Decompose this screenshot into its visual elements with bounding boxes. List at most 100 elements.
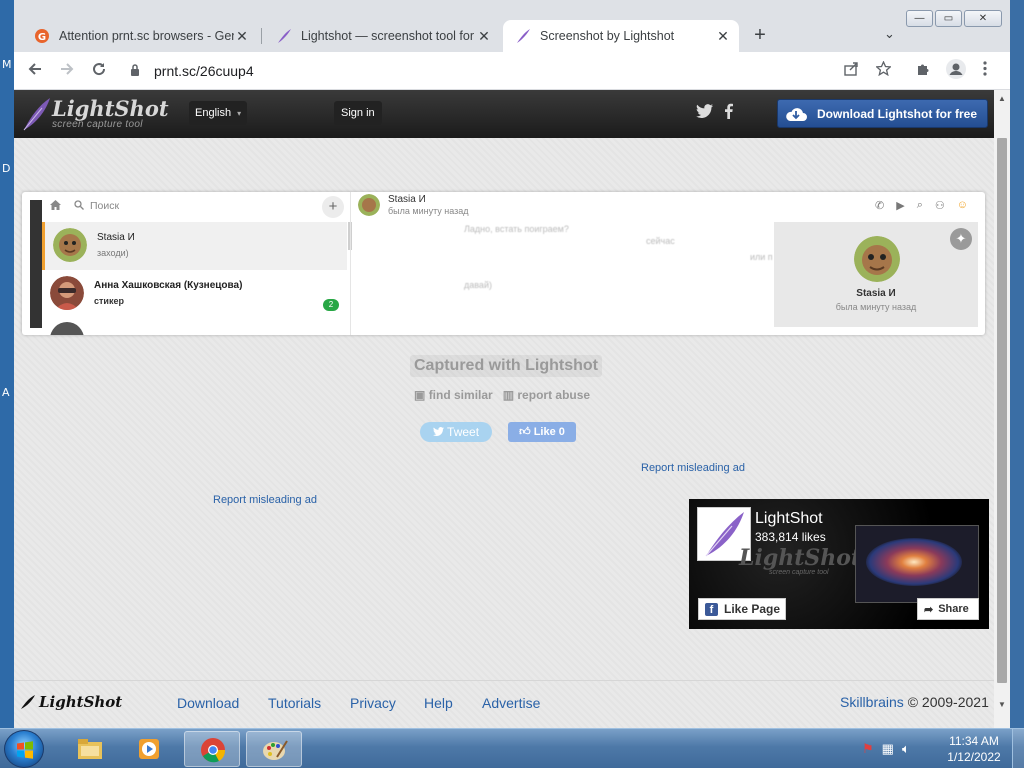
language-dropdown[interactable]: English ▾ (189, 101, 248, 125)
lock-icon (130, 63, 144, 79)
tab-search-button[interactable]: ⌄ (884, 26, 895, 42)
footer-link-advertise[interactable]: Advertise (482, 695, 540, 711)
thumbs-up-icon: 👍︎ (519, 426, 531, 438)
scroll-down-arrow-icon[interactable]: ▼ (998, 700, 1006, 709)
find-similar-link[interactable]: ▣ find similar (414, 388, 493, 402)
copyright-text: © 2009-2021 (907, 694, 989, 710)
feather-logo-icon (21, 695, 35, 709)
web-page: LightShot screen capture tool English ▾ … (14, 90, 994, 728)
bookmark-star-icon[interactable] (875, 60, 892, 80)
back-arrow-icon[interactable] (24, 60, 46, 82)
avatar (50, 322, 84, 335)
captured-screenshot-image[interactable]: Поиск + Stasia И заходи) Анна Хашковская… (22, 192, 985, 335)
taskbar-media-player[interactable] (122, 731, 178, 767)
feather-logo-icon (23, 98, 50, 131)
clock-date: 1/12/2022 (947, 750, 1001, 764)
sign-in-button[interactable]: Sign in (334, 101, 382, 125)
report-misleading-ad-link[interactable]: Report misleading ad (213, 494, 317, 506)
warning-favicon-icon: G (34, 28, 50, 44)
footer-link-tutorials[interactable]: Tutorials (268, 695, 321, 711)
taskbar-chrome[interactable] (184, 731, 240, 767)
new-tab-button[interactable]: + (748, 24, 772, 47)
footer-link-download[interactable]: Download (177, 695, 239, 711)
cover-watermark: LightShot (739, 545, 862, 571)
close-tab-icon[interactable]: ✕ (234, 28, 250, 45)
address-bar[interactable]: prnt.sc/26cuup4 (124, 57, 884, 85)
download-lightshot-button[interactable]: Download Lightshot for free (777, 99, 988, 128)
folder-icon (78, 739, 102, 759)
system-clock[interactable]: 11:34 AM 1/12/2022 (944, 733, 1004, 765)
like-page-button[interactable]: f Like Page (698, 598, 786, 620)
tab-separator (261, 28, 262, 44)
avatar (50, 276, 84, 310)
page-title[interactable]: LightShot (755, 510, 823, 528)
desktop-icon-label: M (2, 58, 12, 71)
twitter-icon[interactable] (696, 104, 713, 123)
lightshot-header: LightShot screen capture tool English ▾ … (14, 90, 994, 138)
tab-title: Screenshot by Lightshot (540, 29, 675, 43)
network-icon[interactable]: ▦ (882, 741, 894, 757)
find-similar-label: find similar (428, 388, 493, 402)
extensions-puzzle-icon[interactable] (916, 61, 931, 80)
share-button[interactable]: ➦ Share (917, 598, 979, 620)
footer-link-privacy[interactable]: Privacy (350, 695, 396, 711)
tab-title: Attention prnt.sc browsers - Gen (59, 29, 234, 43)
report-misleading-ad-link[interactable]: Report misleading ad (641, 462, 745, 474)
tweet-button[interactable]: Tweet (420, 422, 492, 442)
share-label: Share (938, 603, 969, 615)
taskbar-paint[interactable] (246, 731, 302, 767)
camera-icon: ▣ (414, 388, 426, 402)
lightshot-logo[interactable]: LightShot screen capture tool (20, 96, 169, 132)
page-scrollbar[interactable]: ▲ ▼ (994, 90, 1010, 728)
contact-last-message: заходи) (97, 248, 129, 258)
reload-icon[interactable] (88, 60, 110, 82)
tab-attention[interactable]: G Attention prnt.sc browsers - Gen ✕ (22, 20, 258, 52)
chat-message: или п (750, 252, 773, 262)
facebook-page-widget[interactable]: LightShot 383,814 likes LightShot screen… (689, 499, 989, 629)
captured-with-lightshot-label: Captured with Lightshot (410, 355, 602, 377)
cover-screenshot-thumbnail (855, 525, 979, 603)
browser-window: — ▭ ✕ G Attention prnt.sc browsers - Gen… (14, 0, 1010, 728)
media-player-icon (139, 739, 159, 759)
list-item: Анна Хашковская (Кузнецова) стикер 2 (42, 270, 347, 318)
galaxy-image (866, 538, 962, 586)
close-tab-icon[interactable]: ✕ (476, 28, 492, 45)
screenshot-profile-panel: Stasia И была минуту назад ✦ (774, 222, 978, 327)
flag-icon: ▥ (502, 388, 515, 402)
tab-lightshot-tool[interactable]: Lightshot — screenshot tool for M ✕ (264, 20, 500, 52)
close-tab-icon[interactable]: ✕ (715, 28, 731, 45)
scrollbar-thumb[interactable] (997, 138, 1007, 683)
windows-logo-icon (17, 741, 33, 759)
facebook-icon[interactable] (724, 103, 733, 124)
emoji-icon: ☺ (956, 199, 968, 211)
footer-logo[interactable]: LightShot (20, 693, 122, 711)
list-item (42, 318, 347, 335)
company-link[interactable]: Skillbrains (840, 694, 904, 710)
show-desktop-button[interactable] (1012, 729, 1024, 768)
contact-last-message: стикер (94, 296, 124, 306)
footer-link-help[interactable]: Help (424, 695, 453, 711)
profile-avatar-icon[interactable] (946, 59, 966, 83)
scroll-up-arrow-icon[interactable]: ▲ (998, 94, 1006, 103)
contact-name: Stasia И (97, 232, 135, 243)
page-footer: LightShot Download Tutorials Privacy Hel… (14, 680, 994, 728)
clock-time: 11:34 AM (949, 734, 999, 748)
start-button[interactable] (4, 730, 44, 768)
phone-icon: ✆ (875, 200, 885, 212)
action-center-flag-icon[interactable]: ⚑ (862, 741, 874, 757)
chrome-icon (201, 738, 226, 763)
volume-icon[interactable]: 🔈︎ (902, 741, 910, 757)
footer-copyright: Skillbrains © 2009-2021 (840, 694, 989, 710)
share-icon[interactable] (844, 61, 859, 80)
chrome-menu-icon[interactable] (982, 61, 988, 80)
paint-palette-icon (263, 740, 288, 760)
taskbar-file-explorer[interactable] (62, 731, 118, 767)
logo-name: LightShot (52, 95, 169, 121)
tab-bar: G Attention prnt.sc browsers - Gen ✕ Lig… (14, 20, 1010, 52)
search-placeholder: Поиск (90, 200, 120, 212)
report-abuse-link[interactable]: ▥ report abuse (503, 388, 590, 402)
facebook-like-button[interactable]: 👍︎ Like 0 (508, 422, 576, 442)
forward-arrow-icon[interactable] (56, 60, 78, 82)
tab-screenshot-active[interactable]: Screenshot by Lightshot ✕ (503, 20, 739, 52)
windows-taskbar: ⚑ ▦ 🔈︎ 11:34 AM 1/12/2022 (0, 728, 1024, 768)
